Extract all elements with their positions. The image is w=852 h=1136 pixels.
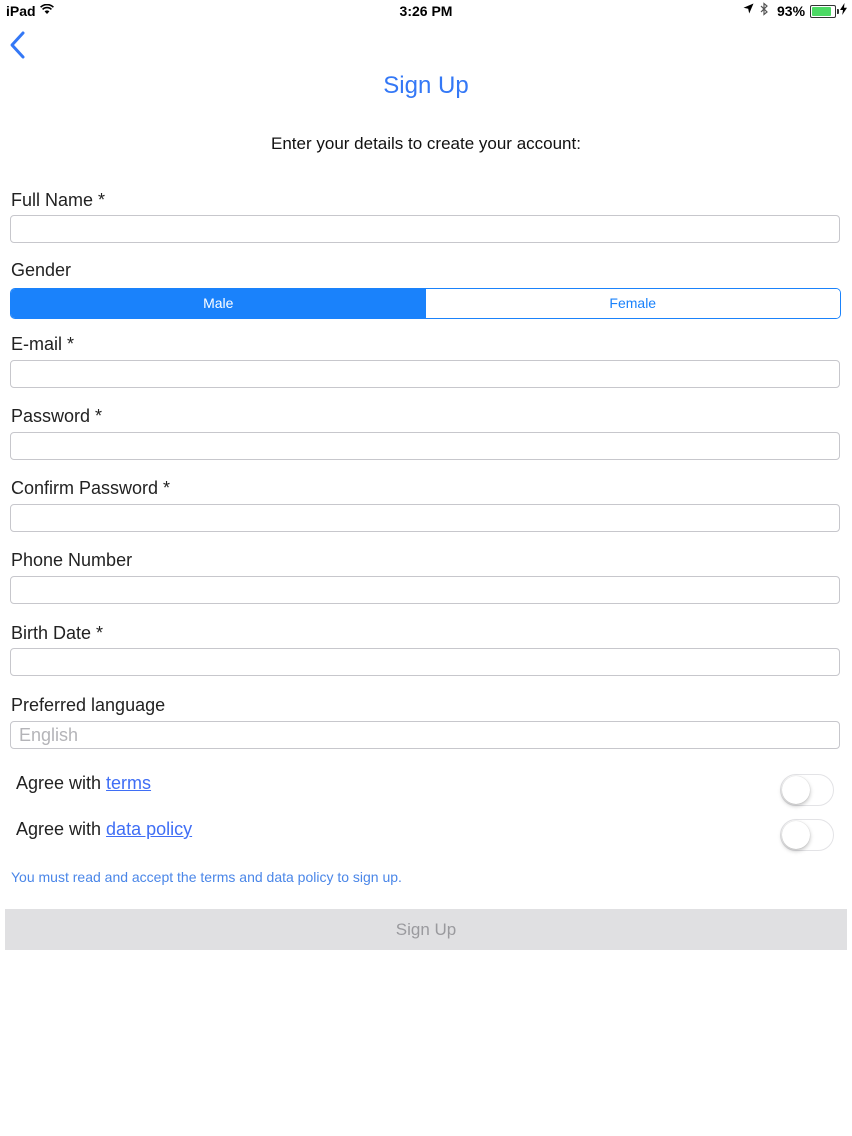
sign-up-button[interactable]: Sign Up (5, 909, 847, 950)
agree-terms-row: Agree with terms (16, 773, 151, 794)
agree-terms-prefix: Agree with (16, 773, 107, 793)
gender-option-female[interactable]: Female (425, 289, 840, 318)
charging-bolt-icon (840, 3, 847, 18)
birth-date-label: Birth Date * (11, 623, 104, 643)
terms-link[interactable]: terms (106, 773, 151, 793)
confirm-password-input[interactable] (10, 504, 840, 532)
data-policy-link[interactable]: data policy (106, 819, 192, 839)
language-label: Preferred language (11, 695, 166, 715)
battery-percent: 93% (777, 3, 806, 19)
bluetooth-icon (760, 2, 769, 19)
toggle-knob (782, 821, 810, 849)
password-label: Password * (11, 406, 103, 426)
phone-input[interactable] (10, 576, 840, 604)
intro-text: Enter your details to create your accoun… (271, 134, 581, 153)
back-button[interactable] (8, 30, 36, 64)
battery-icon (810, 5, 839, 18)
confirm-password-label: Confirm Password * (11, 478, 171, 498)
email-input[interactable] (10, 360, 840, 388)
agree-data-policy-row: Agree with data policy (16, 819, 192, 840)
birth-date-input[interactable] (10, 648, 840, 676)
status-bar: iPad 3:26 PM 93% (0, 0, 852, 22)
password-input[interactable] (10, 432, 840, 460)
terms-toggle[interactable] (780, 774, 834, 806)
full-name-label: Full Name * (11, 190, 106, 210)
gender-segmented-control[interactable]: Male Female (10, 288, 841, 319)
status-time: 3:26 PM (399, 3, 453, 19)
full-name-input[interactable] (10, 215, 840, 243)
terms-note: You must read and accept the terms and d… (11, 869, 402, 885)
location-arrow-icon (743, 3, 754, 17)
toggle-knob (782, 776, 810, 804)
gender-label: Gender (11, 260, 72, 280)
data-policy-toggle[interactable] (780, 819, 834, 851)
chevron-left-icon (10, 31, 25, 59)
page-title: Sign Up (383, 72, 469, 99)
agree-data-policy-prefix: Agree with (16, 819, 107, 839)
phone-label: Phone Number (11, 550, 133, 570)
email-label: E-mail * (11, 334, 75, 354)
gender-option-male[interactable]: Male (11, 289, 426, 318)
language-input[interactable] (10, 721, 840, 749)
